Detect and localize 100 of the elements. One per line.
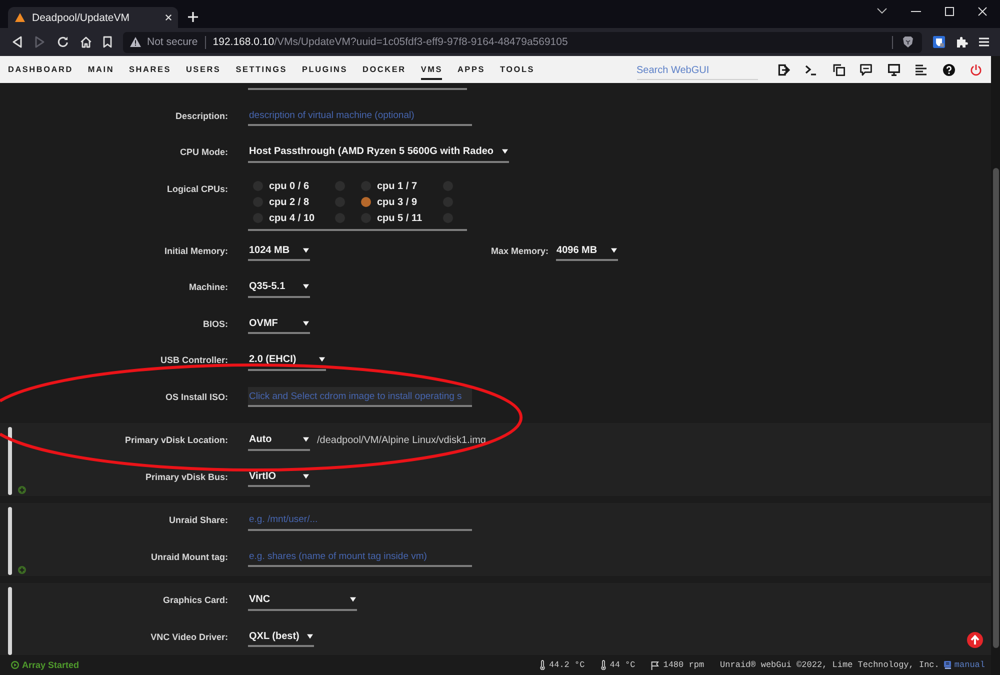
dropdown[interactable]: QXL (best): [248, 627, 314, 648]
caret-icon: [303, 248, 309, 253]
field-label: Unraid Share:: [168, 515, 228, 526]
field-label: USB Controller:: [160, 355, 228, 366]
caret-icon: [307, 634, 314, 639]
array-status: Array Started: [22, 660, 80, 670]
shield-tile-icon[interactable]: [933, 36, 945, 48]
caret-icon: [303, 437, 309, 442]
dropdown[interactable]: VNC: [248, 590, 357, 611]
minimize-icon[interactable]: [911, 10, 921, 12]
menu-icon[interactable]: [979, 37, 989, 47]
cpu-checkbox[interactable]: [361, 197, 371, 207]
bookmark-icon[interactable]: [103, 36, 112, 48]
shield-icon[interactable]: [903, 36, 913, 48]
caret-icon: [350, 597, 356, 602]
address-bar[interactable]: Not secure 192.168.0.10/VMs/UpdateVM?uuid=1c05fdf3-eff9-97f8-9164-48479a569105: [123, 32, 922, 52]
cpu-label: cpu 3 / 9: [376, 196, 418, 208]
disk-path: /deadpool/VM/Alpine Linux/vdisk1.img: [317, 435, 486, 446]
flag-icon: [651, 660, 660, 670]
list-icon[interactable]: [915, 64, 927, 76]
reload-icon[interactable]: [57, 36, 69, 48]
dropdown[interactable]: VirtIO: [248, 467, 310, 488]
caret-icon: [303, 474, 309, 479]
plus-icon[interactable]: [188, 12, 198, 22]
dropdown[interactable]: Auto: [248, 430, 310, 451]
nav-tab[interactable]: TOOLS: [500, 64, 535, 80]
nav-tab[interactable]: SHARES: [129, 64, 171, 80]
sensor-reading: 44 °C: [610, 660, 636, 670]
maximize-icon[interactable]: [945, 6, 954, 16]
close-icon[interactable]: [978, 6, 987, 16]
terminal-icon[interactable]: [805, 64, 817, 76]
dropdown[interactable]: OVMF: [248, 314, 310, 334]
plus-circle-icon[interactable]: [18, 486, 26, 494]
thermometer-icon: [600, 660, 606, 670]
nav-tab[interactable]: SETTINGS: [236, 64, 288, 80]
puzzle-icon[interactable]: [956, 36, 968, 48]
dropdown[interactable]: 4096 MB: [556, 241, 618, 262]
nav-tab[interactable]: MAIN: [88, 64, 114, 80]
play-circle-icon: [11, 661, 19, 669]
caret-icon: [610, 248, 617, 253]
chevron-down-icon[interactable]: [877, 8, 887, 14]
field-label: Description:: [174, 110, 228, 122]
copy-icon[interactable]: [832, 64, 844, 76]
arrow-up-circle-icon[interactable]: [967, 632, 983, 648]
manual-link[interactable]: manual: [954, 660, 985, 670]
nav-tab[interactable]: DASHBOARD: [8, 64, 73, 80]
field-label: Unraid Mount tag:: [150, 552, 228, 563]
field-label: Primary vDisk Bus:: [144, 472, 228, 483]
nav-tab[interactable]: APPS: [457, 64, 485, 80]
triangle-icon: [15, 13, 25, 22]
nav-tab[interactable]: DOCKER: [362, 64, 406, 80]
cpu-label: cpu 1 / 7: [376, 180, 418, 192]
input-field[interactable]: e.g. /mnt/user/...: [248, 510, 472, 531]
warning-icon: [130, 37, 141, 47]
field-label: OS Install ISO:: [164, 392, 228, 403]
input-field[interactable]: description of virtual machine (optional): [248, 106, 472, 126]
monitor-icon[interactable]: [888, 64, 900, 76]
dropdown[interactable]: Q35-5.1: [248, 278, 310, 298]
field-label: CPU Mode:: [179, 147, 228, 158]
field-label: Primary vDisk Location:: [124, 435, 228, 446]
sensor-reading: 1480 rpm: [663, 660, 704, 670]
logout-icon[interactable]: [778, 64, 790, 76]
cpu-label: cpu 2 / 8: [268, 196, 310, 208]
copyright-text: Unraid® webGui ©2022, Lime Technology, Inc.: [720, 660, 940, 670]
cpu-label: cpu 5 / 11: [376, 212, 424, 224]
cpu-label: cpu 0 / 6: [268, 180, 310, 192]
dropdown[interactable]: Host Passthrough (AMD Ryzen 5 5600G with Radeo: [248, 142, 508, 163]
field-label: Logical CPUs:: [166, 184, 228, 195]
thermometer-icon: [540, 660, 545, 670]
caret-icon: [319, 357, 325, 362]
file-picker-field[interactable]: Click and Select cdrom image to install operating s: [248, 387, 472, 408]
power-icon[interactable]: [970, 64, 982, 76]
security-label: Not secure: [147, 36, 198, 48]
field-label: VNC Video Driver:: [150, 632, 228, 643]
url-text: 192.168.0.10/VMs/UpdateVM?uuid=1c05fdf3-eff9-97f8-9164-48479a569105: [212, 36, 569, 48]
search-field[interactable]: Search WebGUI: [636, 62, 758, 80]
book-icon: [944, 661, 952, 669]
field-label: Graphics Card:: [162, 595, 228, 606]
dropdown[interactable]: 2.0 (EHCI): [248, 350, 326, 371]
close-icon[interactable]: [165, 14, 172, 21]
cpu-label: cpu 4 / 10: [268, 212, 316, 224]
back-icon[interactable]: [11, 36, 23, 48]
caret-icon: [303, 320, 309, 326]
plus-circle-icon[interactable]: [18, 566, 26, 574]
nav-tab[interactable]: PLUGINS: [302, 64, 348, 80]
field-label: BIOS:: [202, 318, 228, 330]
input-field[interactable]: e.g. shares (name of mount tag inside vm): [248, 547, 472, 568]
caret-icon: [502, 149, 508, 154]
field-label: Max Memory:: [491, 246, 549, 257]
nav-tab[interactable]: VMS: [420, 64, 442, 80]
browser-tab[interactable]: Deadpool/UpdateVM: [8, 7, 178, 28]
sensor-reading: 44.2 °C: [549, 660, 585, 670]
dropdown[interactable]: 1024 MB: [248, 241, 310, 262]
help-icon[interactable]: [942, 64, 954, 76]
home-icon[interactable]: [80, 36, 92, 48]
scrollbar-thumb[interactable]: [992, 168, 998, 648]
nav-tab[interactable]: USERS: [186, 64, 221, 80]
caret-icon: [303, 284, 309, 290]
message-icon[interactable]: [860, 64, 872, 76]
field-label: Initial Memory:: [163, 246, 228, 257]
